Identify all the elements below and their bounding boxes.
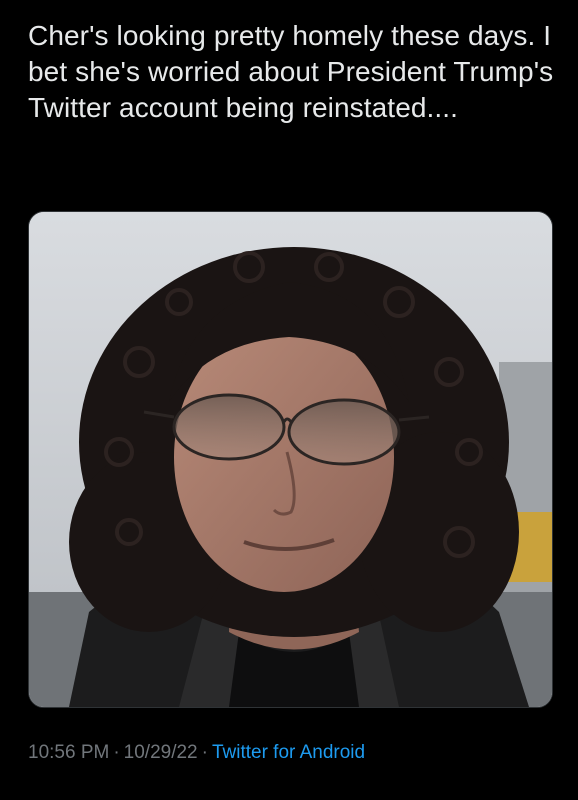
- photo-image: [29, 212, 552, 707]
- tweet-date[interactable]: 10/29/22: [124, 742, 198, 763]
- tweet-text: Cher's looking pretty homely these days.…: [28, 20, 554, 123]
- tweet-time[interactable]: 10:56 PM: [28, 742, 109, 763]
- tweet-photo[interactable]: [28, 211, 553, 708]
- tweet-source-link[interactable]: Twitter for Android: [212, 742, 365, 763]
- tweet-metadata: 10:56 PM · 10/29/22 · Twitter for Android: [28, 740, 365, 766]
- meta-separator: ·: [113, 742, 120, 763]
- meta-separator: ·: [201, 742, 208, 763]
- tweet-detail: Cher's looking pretty homely these days.…: [0, 0, 578, 800]
